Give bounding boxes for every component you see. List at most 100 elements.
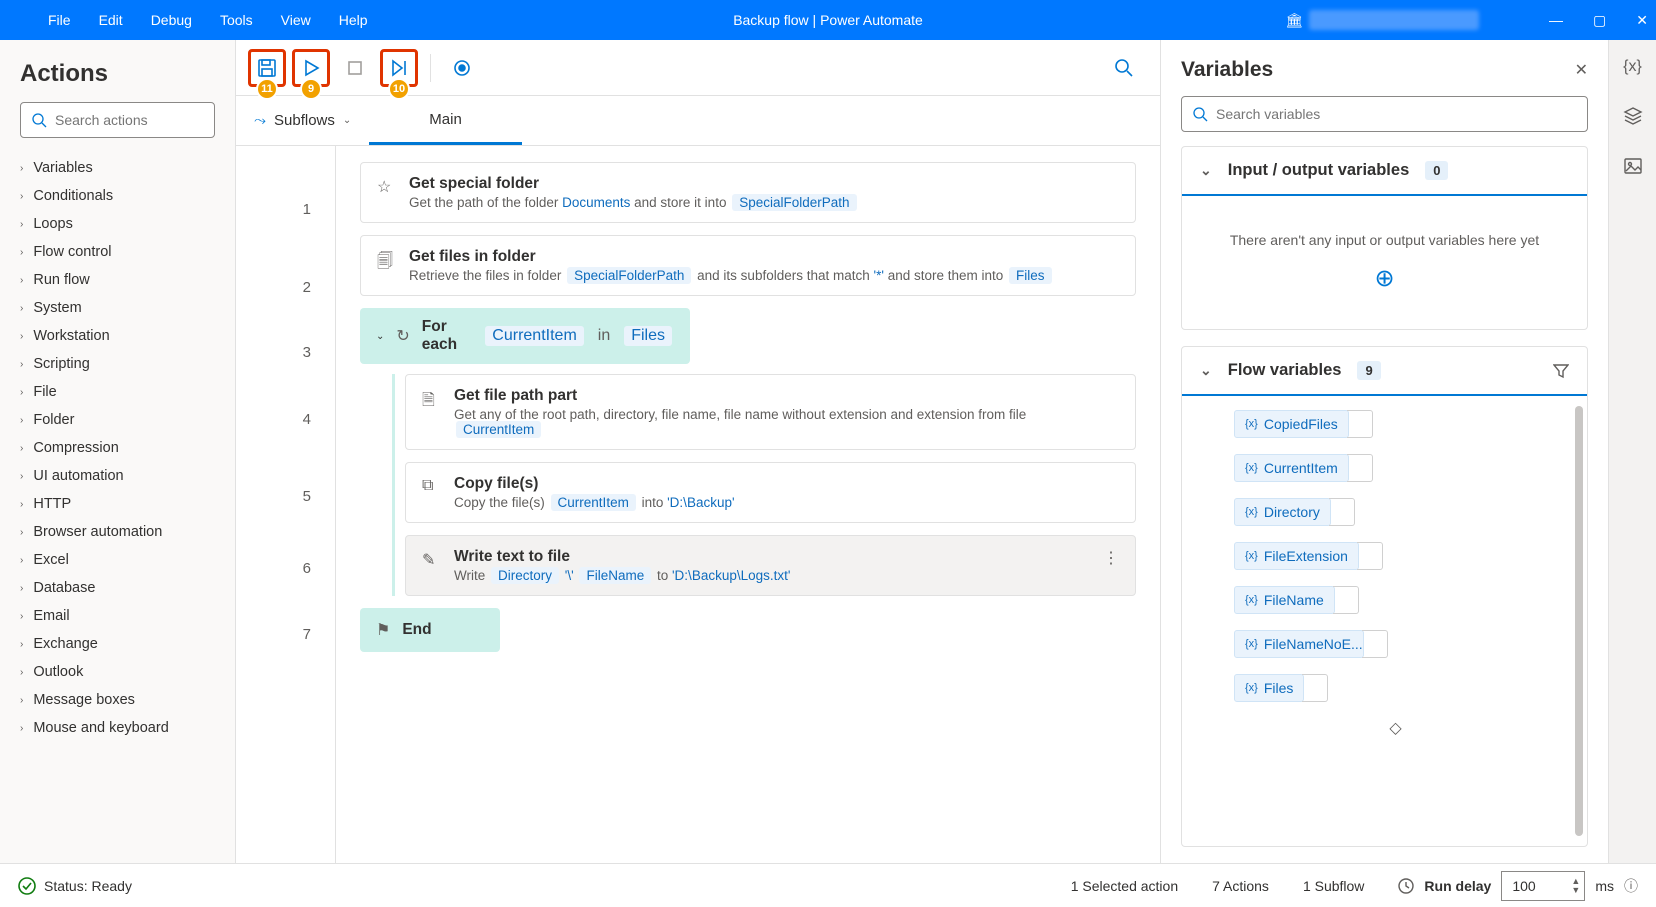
org-name-blurred (1309, 10, 1479, 30)
var-currentitem[interactable]: {x}CurrentItem (1234, 454, 1557, 482)
status-text: Status: Ready (44, 878, 132, 894)
cat-loops[interactable]: ›Loops (0, 210, 235, 238)
designer-search-button[interactable] (1100, 44, 1148, 92)
cat-compression[interactable]: ›Compression (0, 434, 235, 462)
status-selected: 1 Selected action (1071, 878, 1178, 894)
record-button[interactable] (443, 49, 481, 87)
filter-icon[interactable] (1553, 363, 1569, 379)
variables-search-input[interactable] (1216, 106, 1577, 122)
cat-file[interactable]: ›File (0, 378, 235, 406)
menu-bar: File Edit Debug Tools View Help (48, 12, 368, 28)
cat-message-boxes[interactable]: ›Message boxes (0, 686, 235, 714)
cat-conditionals[interactable]: ›Conditionals (0, 182, 235, 210)
cat-flow-control[interactable]: ›Flow control (0, 238, 235, 266)
var-files[interactable]: {x}Files (1234, 674, 1557, 702)
flow-variables-section: ⌄ Flow variables 9 {x}CopiedFiles {x}Cur… (1181, 346, 1588, 847)
step-copy-files[interactable]: ⧉ Copy file(s) Copy the file(s) CurrentI… (405, 462, 1136, 523)
step-get-special-folder[interactable]: ☆ Get special folder Get the path of the… (360, 162, 1136, 223)
chevron-down-icon[interactable]: ⌄ (376, 331, 384, 342)
menu-edit[interactable]: Edit (99, 12, 123, 28)
actions-search[interactable] (20, 102, 215, 138)
callout-badge: 10 (388, 78, 410, 100)
subflows-label: Subflows (274, 112, 335, 129)
title-bar: File Edit Debug Tools View Help Backup f… (0, 0, 1656, 40)
step-title: Copy file(s) (454, 475, 1119, 493)
add-io-variable-button[interactable]: ⊕ (1194, 264, 1575, 293)
info-icon[interactable]: ⓘ (1624, 876, 1638, 896)
cat-workstation[interactable]: ›Workstation (0, 322, 235, 350)
flow-variables-header[interactable]: ⌄ Flow variables 9 (1182, 347, 1587, 394)
cat-email[interactable]: ›Email (0, 602, 235, 630)
search-icon (31, 112, 47, 128)
step-title: Get special folder (409, 175, 1119, 193)
chevron-down-icon: ⌄ (343, 115, 351, 126)
chevron-down-icon: ⌄ (1200, 162, 1212, 179)
cat-excel[interactable]: ›Excel (0, 546, 235, 574)
var-fileextension[interactable]: {x}FileExtension (1234, 542, 1557, 570)
cat-run-flow[interactable]: ›Run flow (0, 266, 235, 294)
var-filenamenoext[interactable]: {x}FileNameNoE... (1234, 630, 1557, 658)
var-copiedfiles[interactable]: {x}CopiedFiles (1234, 410, 1557, 438)
run-delay-input[interactable]: 100 ▲▼ (1501, 871, 1585, 901)
close-variables-button[interactable]: ✕ (1575, 60, 1588, 80)
callout-badge: 11 (256, 78, 278, 100)
subflows-dropdown[interactable]: ⤳ Subflows ⌄ (236, 112, 369, 129)
cat-ui-automation[interactable]: ›UI automation (0, 462, 235, 490)
save-button[interactable]: 11 (248, 49, 286, 87)
step-end[interactable]: ⚑ End (360, 608, 500, 652)
actions-category-list[interactable]: ›Variables ›Conditionals ›Loops ›Flow co… (0, 150, 235, 863)
run-next-button[interactable]: 10 (380, 49, 418, 87)
org-badge[interactable]: 🏛 (1285, 10, 1479, 30)
minimize-button[interactable]: ― (1549, 12, 1563, 28)
status-actions: 7 Actions (1212, 878, 1269, 894)
scrollbar[interactable] (1575, 406, 1583, 836)
tab-main[interactable]: Main (369, 96, 522, 145)
step-get-file-path-part[interactable]: 🗎 Get file path part Get any of the root… (405, 374, 1136, 450)
cat-variables[interactable]: ›Variables (0, 154, 235, 182)
io-variables-header[interactable]: ⌄ Input / output variables 0 (1182, 147, 1587, 194)
menu-view[interactable]: View (281, 12, 311, 28)
var-filename[interactable]: {x}FileName (1234, 586, 1557, 614)
maximize-button[interactable]: ▢ (1593, 12, 1606, 29)
layers-rail-icon[interactable] (1623, 106, 1643, 126)
step-write-text-to-file[interactable]: ✎ Write text to file Write Directory '\'… (405, 535, 1136, 596)
spinner-icon[interactable]: ▲▼ (1571, 877, 1580, 895)
run-delay-label: Run delay (1424, 878, 1491, 894)
cat-database[interactable]: ›Database (0, 574, 235, 602)
stop-button (336, 49, 374, 87)
step-for-each[interactable]: ⌄ ↻ For each CurrentItem in Files (360, 308, 690, 364)
files-icon: 🗐 (377, 250, 395, 283)
menu-file[interactable]: File (48, 12, 71, 28)
step-get-files-in-folder[interactable]: 🗐 Get files in folder Retrieve the files… (360, 235, 1136, 296)
cat-system[interactable]: ›System (0, 294, 235, 322)
variable-rail-icon[interactable]: {x} (1623, 58, 1642, 76)
menu-debug[interactable]: Debug (151, 12, 192, 28)
step-title: For each (422, 318, 472, 354)
var-directory[interactable]: {x}Directory (1234, 498, 1557, 526)
cat-outlook[interactable]: ›Outlook (0, 658, 235, 686)
actions-title: Actions (0, 40, 235, 102)
cat-mouse-keyboard[interactable]: ›Mouse and keyboard (0, 714, 235, 742)
status-subflows: 1 Subflow (1303, 878, 1364, 894)
variables-search[interactable] (1181, 96, 1588, 132)
menu-tools[interactable]: Tools (220, 12, 253, 28)
steps-list[interactable]: ☆ Get special folder Get the path of the… (336, 146, 1160, 863)
star-icon: ☆ (377, 177, 395, 210)
image-rail-icon[interactable] (1623, 156, 1643, 176)
more-icon[interactable]: ⋮ (1103, 548, 1119, 583)
status-ok-icon (18, 877, 36, 895)
variables-pane: Variables ✕ ⌄ Input / output variables 0… (1160, 40, 1608, 863)
cat-folder[interactable]: ›Folder (0, 406, 235, 434)
cat-scripting[interactable]: ›Scripting (0, 350, 235, 378)
actions-search-input[interactable] (55, 112, 236, 128)
cat-http[interactable]: ›HTTP (0, 490, 235, 518)
close-button[interactable]: ✕ (1636, 12, 1648, 29)
write-icon: ✎ (422, 550, 440, 583)
run-button[interactable]: 9 (292, 49, 330, 87)
eraser-icon[interactable]: ◇ (1234, 718, 1557, 738)
cat-browser-automation[interactable]: ›Browser automation (0, 518, 235, 546)
org-icon: 🏛 (1285, 12, 1303, 29)
status-bar: Status: Ready 1 Selected action 7 Action… (0, 863, 1656, 907)
menu-help[interactable]: Help (339, 12, 368, 28)
cat-exchange[interactable]: ›Exchange (0, 630, 235, 658)
